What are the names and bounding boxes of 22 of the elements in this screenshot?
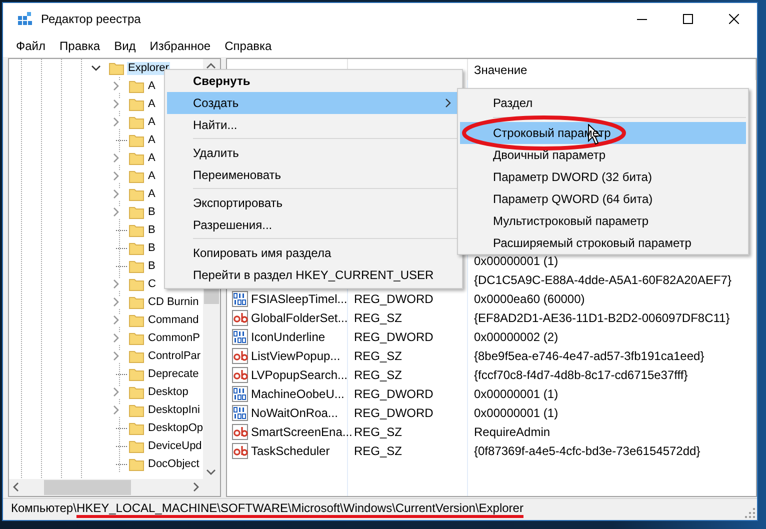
value-type: REG_SZ	[354, 368, 402, 382]
value-data: 0x00000001 (1)	[474, 254, 558, 268]
value-type: REG_SZ	[354, 348, 402, 362]
value-data: 0x00000001 (1)	[474, 386, 558, 400]
status-path: Компьютер\HKEY_LOCAL_MACHINE\SOFTWARE\Microsoft\Windows\CurrentVersion\Explorer	[11, 500, 524, 516]
value-type: REG_SZ	[354, 424, 402, 438]
value-type: REG_DWORD	[354, 292, 434, 306]
value-data: {EF8AD2D1-AE36-11D1-B2D2-006097DF8C11}	[474, 310, 730, 324]
value-data: {fccf70c8-f4d7-4d8b-8c17-cd6715e37fff}	[474, 368, 688, 382]
value-data: 0x00000002 (2)	[474, 330, 558, 344]
value-type: REG_DWORD	[354, 406, 434, 420]
value-data: 0x00000001 (1)	[474, 406, 558, 420]
value-data: 0x0000ea60 (60000)	[474, 292, 585, 306]
value-type: REG_SZ	[354, 310, 402, 324]
value-data: {DC1C5A9C-E88A-4dde-A5A1-60F82A20AEF7}	[474, 272, 732, 286]
window-title: Редактор реестра	[41, 12, 142, 26]
value-type: REG_SZ	[354, 444, 402, 458]
value-data: {8be9f5ea-e746-4e47-ad57-3fb191ca1eed}	[474, 348, 704, 362]
value-type: REG_DWORD	[354, 330, 434, 344]
value-data: {0f87369f-a4e5-4cfc-bd3e-73e6154572dd}	[474, 444, 700, 458]
value-type: REG_DWORD	[354, 386, 434, 400]
value-data: RequireAdmin	[474, 424, 550, 438]
